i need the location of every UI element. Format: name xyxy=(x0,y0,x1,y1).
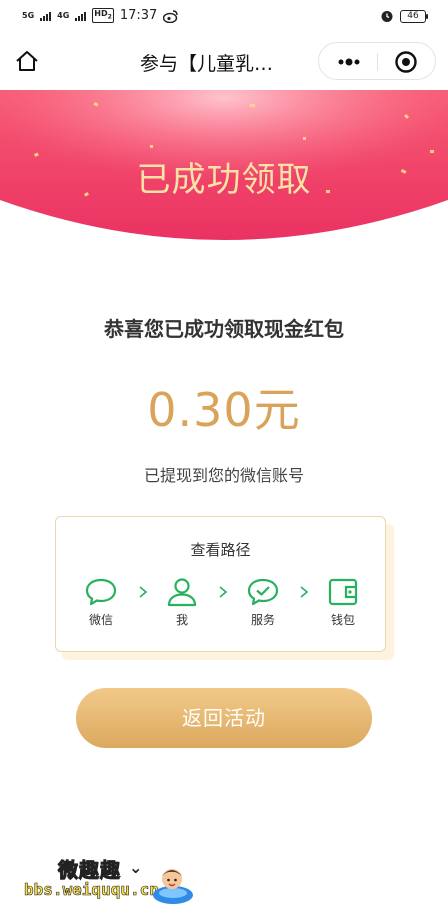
network-5g-label: 5G xyxy=(22,10,35,20)
alarm-icon xyxy=(381,11,393,22)
check-bubble-icon xyxy=(247,578,279,606)
watermark-brand: 微趣趣 xyxy=(58,858,121,883)
home-button[interactable] xyxy=(12,46,42,76)
signal-bars-icon xyxy=(40,11,52,21)
person-icon xyxy=(167,578,197,607)
hd-label: HD xyxy=(94,9,108,19)
step-label: 我 xyxy=(175,613,188,627)
battery-icon: 46 xyxy=(400,9,428,23)
withdraw-note: 已提现到您的微信账号 xyxy=(143,466,304,485)
watermark-url: bbs.weiququ.cn xyxy=(24,880,159,900)
battery-level: 46 xyxy=(407,10,419,21)
path-step-services: 服务 xyxy=(235,577,291,628)
chevron-right-icon xyxy=(219,586,228,598)
more-button[interactable] xyxy=(333,51,365,73)
hd-badge: HD2 xyxy=(92,8,114,23)
weibo-icon xyxy=(163,9,178,23)
chevron-right-icon xyxy=(139,586,148,598)
step-label: 钱包 xyxy=(330,613,355,627)
target-close-icon xyxy=(395,51,417,73)
banner-title: 已成功领取 xyxy=(136,160,312,200)
clock-time: 17:37 xyxy=(119,8,158,23)
close-mini-program-button[interactable] xyxy=(393,49,419,75)
status-bar: 5G 4G HD2 17:37 46 xyxy=(0,0,448,34)
mini-program-capsule xyxy=(318,42,436,80)
mascot-logo-icon xyxy=(153,869,193,904)
path-card: 查看路径 微信 我 服务 钱包 xyxy=(55,516,386,652)
step-label: 微信 xyxy=(88,613,113,627)
status-left: 5G 4G HD2 17:37 xyxy=(22,8,179,23)
path-step-me: 我 xyxy=(154,577,210,628)
more-dots-icon xyxy=(338,58,360,66)
success-banner: 已成功领取 xyxy=(0,90,448,246)
network-4g-label: 4G xyxy=(57,10,70,20)
return-to-activity-button[interactable]: 返回活动 xyxy=(76,688,372,748)
capsule-divider xyxy=(377,53,378,71)
step-label: 服务 xyxy=(250,613,275,627)
page-title: 参与【儿童乳… xyxy=(140,53,274,75)
path-step-wechat: 微信 xyxy=(73,577,129,628)
wallet-icon xyxy=(328,578,358,606)
path-card-title: 查看路径 xyxy=(190,541,251,559)
watermark-mark: ⌄ xyxy=(129,858,143,877)
status-right: 46 xyxy=(380,9,428,23)
chat-bubble-icon xyxy=(85,578,117,606)
path-step-wallet: 钱包 xyxy=(315,577,371,628)
signal-bars-icon xyxy=(75,11,87,21)
nav-bar: 参与【儿童乳… xyxy=(0,34,448,90)
reward-amount: 0.30元 xyxy=(147,383,301,437)
hd-sub-label: 2 xyxy=(107,13,112,21)
chevron-right-icon xyxy=(300,586,309,598)
congrats-headline: 恭喜您已成功领取现金红包 xyxy=(104,317,344,341)
home-icon xyxy=(16,51,38,71)
